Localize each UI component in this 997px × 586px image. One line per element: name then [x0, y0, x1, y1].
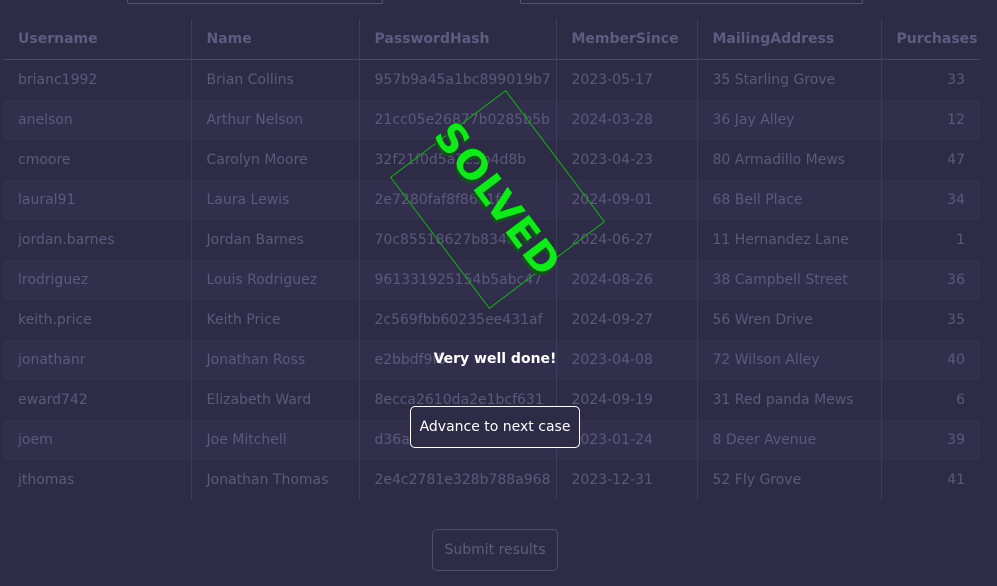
cell-name: Keith Price — [190, 300, 359, 340]
cell-mailingaddress: 8 Deer Avenue — [696, 420, 881, 460]
cell-mailingaddress: 72 Wilson Alley — [696, 340, 881, 380]
cell-purchases: 35 — [880, 300, 980, 340]
cell-membersince: 2024-08-26 — [555, 260, 697, 300]
filter-input-right[interactable] — [520, 0, 863, 4]
column-header-name[interactable]: Name — [190, 19, 359, 60]
cell-name: Jordan Barnes — [190, 220, 359, 260]
cell-name: Laura Lewis — [190, 180, 359, 220]
cell-purchases: 36 — [880, 260, 980, 300]
cell-mailingaddress: 56 Wren Drive — [696, 300, 881, 340]
cell-username: brianc1992 — [18, 72, 98, 88]
cell-name: Brian Collins — [190, 59, 359, 100]
cell-username: eward742 — [18, 392, 88, 408]
cell-membersince: 2024-09-27 — [555, 300, 697, 340]
cell-purchases: 39 — [880, 420, 980, 460]
column-header-passwordhash[interactable]: PasswordHash — [358, 19, 556, 60]
cell-mailingaddress: 35 Starling Grove — [696, 59, 881, 100]
cell-passwordhash: 957b9a45a1bc899019b7 — [358, 59, 556, 100]
cell-username: anelson — [3, 100, 191, 140]
cell-username: laural91 — [3, 180, 191, 220]
cell-mailingaddress: 31 Red panda Mews — [696, 380, 881, 420]
column-header-membersince[interactable]: MemberSince — [555, 19, 697, 60]
cell-name: Carolyn Moore — [190, 140, 359, 180]
cell-username: lrodriguez — [3, 260, 191, 300]
cell-name: Joe Mitchell — [190, 420, 359, 460]
cell-mailingaddress: 68 Bell Place — [696, 180, 881, 220]
cell-name: Elizabeth Ward — [190, 380, 359, 420]
success-message: Very well done! — [433, 351, 557, 367]
cell-membersince: 2024-03-28 — [555, 100, 697, 140]
cell-purchases: 40 — [880, 340, 980, 380]
cell-purchases: 47 — [880, 140, 980, 180]
submit-results-button[interactable]: Submit results — [432, 529, 558, 571]
cell-purchases: 12 — [880, 100, 980, 140]
column-header-username[interactable]: Username — [3, 19, 191, 60]
cell-membersince: 2023-05-17 — [555, 59, 697, 100]
filter-input-left[interactable] — [127, 0, 383, 4]
table-row[interactable]: jthomas Jonathan Thomas 2e4c2781e328b788a9… — [3, 460, 980, 500]
cell-purchases: 6 — [880, 380, 980, 420]
cell-membersince: 2023-04-08 — [555, 340, 697, 380]
cell-username: keith.price — [18, 312, 92, 328]
cell-username: jthomas — [18, 472, 75, 488]
cell-username: joem — [3, 420, 191, 460]
column-header-purchases[interactable]: Purchases — [880, 19, 980, 60]
cell-username: jordan.barnes — [18, 232, 115, 248]
cell-mailingaddress: 52 Fly Grove — [696, 460, 881, 500]
cell-name: Louis Rodriguez — [190, 260, 359, 300]
cell-purchases: 41 — [880, 460, 980, 500]
cell-membersince: 2023-04-23 — [555, 140, 697, 180]
table-header-row: Username Name PasswordHash MemberSince M… — [3, 19, 980, 60]
cell-passwordhash: 2e4c2781e328b788a968 — [358, 460, 556, 500]
cell-mailingaddress: 80 Armadillo Mews — [696, 140, 881, 180]
cell-membersince: 2023-12-31 — [555, 460, 697, 500]
column-header-mailingaddress[interactable]: MailingAddress — [696, 19, 881, 60]
advance-next-case-button[interactable]: Advance to next case — [410, 406, 580, 448]
cell-username: jonathanr — [3, 340, 191, 380]
cell-mailingaddress: 38 Campbell Street — [696, 260, 881, 300]
cell-purchases: 33 — [880, 59, 980, 100]
table-row[interactable]: brianc1992 Brian Collins 957b9a45a1bc89901… — [3, 59, 980, 100]
cell-username: cmoore — [18, 152, 71, 168]
cell-name: Jonathan Thomas — [190, 460, 359, 500]
cell-purchases: 1 — [880, 220, 980, 260]
cell-name: Jonathan Ross — [190, 340, 359, 380]
cell-passwordhash: 2c569fbb60235ee431af — [358, 300, 556, 340]
cell-name: Arthur Nelson — [190, 100, 359, 140]
cell-mailingaddress: 36 Jay Alley — [696, 100, 881, 140]
cell-purchases: 34 — [880, 180, 980, 220]
cell-mailingaddress: 11 Hernandez Lane — [696, 220, 881, 260]
